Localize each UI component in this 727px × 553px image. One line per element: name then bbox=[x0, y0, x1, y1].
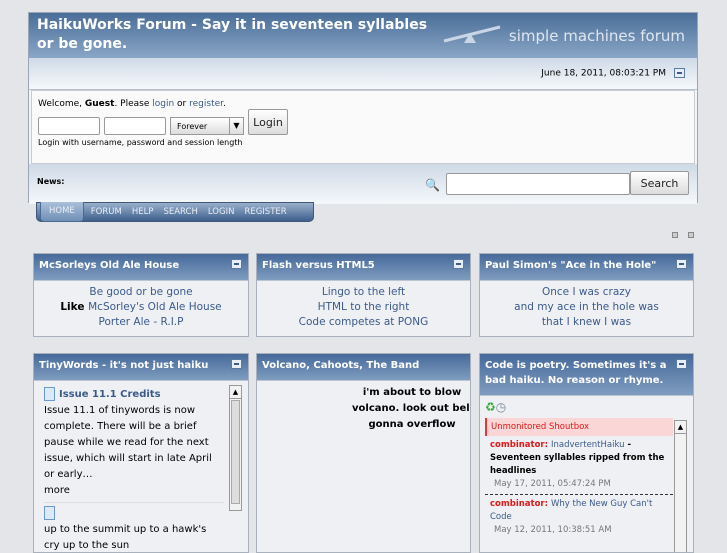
haiku-line-link[interactable]: HTML to the right bbox=[318, 301, 410, 313]
panel-title: Paul Simon's "Ace in the Hole" bbox=[485, 260, 657, 271]
haiku-line-link[interactable]: that I knew I was bbox=[542, 316, 631, 328]
panel-title: Volcano, Cahoots, The Band bbox=[262, 360, 420, 371]
nav-login[interactable]: LOGIN bbox=[203, 207, 240, 217]
welcome-text: Welcome, Guest. Please login or register… bbox=[38, 99, 226, 109]
refresh-icon[interactable]: ♻ bbox=[485, 400, 496, 414]
username-input[interactable] bbox=[38, 117, 100, 135]
haiku-line-link[interactable]: and my ace in the hole was bbox=[514, 301, 659, 313]
login-hint: Login with username, password and sessio… bbox=[38, 138, 243, 147]
news-bar: News: 🔍 Search bbox=[29, 164, 697, 204]
main-nav: HOME FORUM HELP SEARCH LOGIN REGISTER bbox=[36, 202, 314, 222]
scrollbar[interactable]: ▲ bbox=[229, 385, 242, 511]
forum-title[interactable]: HaikuWorks Forum - Say it in seventeen s… bbox=[37, 16, 437, 54]
feed-item-body: Issue 11.1 of tinywords is now complete.… bbox=[44, 405, 212, 480]
panel-tinywords: TinyWords - it's not just haiku Issue 11… bbox=[33, 353, 249, 553]
haiku-line-link[interactable]: Once I was crazy bbox=[542, 286, 631, 298]
panel-title: McSorleys Old Ale House bbox=[39, 260, 180, 271]
feed-item-body: up to the summit up to a hawk's cry up t… bbox=[44, 524, 207, 551]
scroll-up-icon: ▲ bbox=[230, 386, 241, 399]
search-input[interactable] bbox=[446, 173, 630, 195]
panel-mcsorleys: McSorleys Old Ale House Be good or be go… bbox=[33, 253, 249, 337]
nav-search[interactable]: SEARCH bbox=[158, 207, 202, 217]
password-input[interactable] bbox=[104, 117, 166, 135]
search-icon: 🔍 bbox=[425, 178, 440, 192]
collapse-icon[interactable] bbox=[231, 259, 242, 269]
haiku-line: gonna overflow bbox=[368, 419, 456, 430]
layout-toggle-icon[interactable] bbox=[688, 232, 694, 238]
smf-logo-text: simple machines forum bbox=[508, 27, 685, 45]
haiku-line: volcano. look out below bbox=[352, 403, 470, 414]
document-icon bbox=[44, 387, 55, 401]
scroll-up-icon: ▲ bbox=[675, 421, 686, 434]
haiku-line-link[interactable]: Porter Ale - R.I.P bbox=[99, 316, 184, 328]
panel-volcano: Volcano, Cahoots, The Band i'm about to … bbox=[256, 353, 471, 553]
haiku-line-link[interactable]: Be good or be gone bbox=[89, 286, 192, 298]
collapse-icon[interactable] bbox=[231, 359, 242, 369]
panel-title: TinyWords - it's not just haiku bbox=[39, 360, 209, 371]
session-length-select[interactable]: Forever ▼ bbox=[170, 117, 244, 135]
haiku-line-link[interactable]: Lingo to the left bbox=[322, 286, 405, 298]
current-datetime: June 18, 2011, 08:03:21 PM bbox=[541, 68, 666, 79]
panel-shoutbox: Code is poetry. Sometimes it's a bad hai… bbox=[479, 353, 694, 553]
chevron-down-icon: ▼ bbox=[229, 118, 243, 134]
collapse-icon[interactable] bbox=[453, 259, 464, 269]
panel-title: Flash versus HTML5 bbox=[262, 260, 375, 271]
layout-toggle-icon[interactable] bbox=[672, 232, 678, 238]
panel-paul-simon: Paul Simon's "Ace in the Hole" Once I wa… bbox=[479, 253, 694, 337]
login-link[interactable]: login bbox=[152, 99, 174, 109]
login-button[interactable]: Login bbox=[248, 109, 288, 135]
document-icon bbox=[44, 506, 55, 520]
feed-item-link[interactable]: Issue 11.1 Credits bbox=[59, 389, 161, 400]
register-link[interactable]: register bbox=[189, 99, 223, 109]
forum-header: HaikuWorks Forum - Say it in seventeen s… bbox=[28, 12, 698, 204]
collapse-icon[interactable] bbox=[676, 259, 687, 269]
shout-post: combinator: Why the New Guy Can't Code Ma… bbox=[485, 494, 673, 540]
panel-title: Code is poetry. Sometimes it's a bad hai… bbox=[485, 360, 667, 386]
login-area: Welcome, Guest. Please login or register… bbox=[31, 90, 695, 164]
news-label: News: bbox=[37, 177, 65, 186]
haiku-line-link[interactable]: McSorley's Old Ale House bbox=[88, 301, 222, 313]
shout-link[interactable]: InadvertentHaiku bbox=[551, 440, 625, 450]
more-link[interactable]: more bbox=[44, 483, 224, 499]
search-button[interactable]: Search bbox=[630, 171, 689, 195]
nav-help[interactable]: HELP bbox=[127, 207, 159, 217]
nav-register[interactable]: REGISTER bbox=[239, 207, 291, 217]
collapse-icon[interactable] bbox=[676, 359, 687, 369]
nav-forum[interactable]: FORUM bbox=[86, 207, 127, 217]
history-icon[interactable]: ◷ bbox=[496, 400, 506, 414]
haiku-line: i'm about to blow bbox=[362, 387, 462, 398]
date-bar: June 18, 2011, 08:03:21 PM bbox=[29, 58, 697, 90]
shout-post: combinator: InadvertentHaiku - Seventeen… bbox=[490, 440, 665, 489]
title-bar: HaikuWorks Forum - Say it in seventeen s… bbox=[29, 13, 697, 58]
smf-logo-icon bbox=[443, 25, 501, 43]
nav-home[interactable]: HOME bbox=[40, 202, 84, 222]
haiku-line-link[interactable]: Code competes at PONG bbox=[299, 316, 429, 328]
collapse-icon[interactable] bbox=[674, 68, 685, 78]
scrollbar[interactable]: ▲ bbox=[674, 420, 687, 552]
panel-flash-html5: Flash versus HTML5 Lingo to the left HTM… bbox=[256, 253, 471, 337]
shoutbox-heading: Unmonitored Shoutbox bbox=[485, 418, 673, 436]
